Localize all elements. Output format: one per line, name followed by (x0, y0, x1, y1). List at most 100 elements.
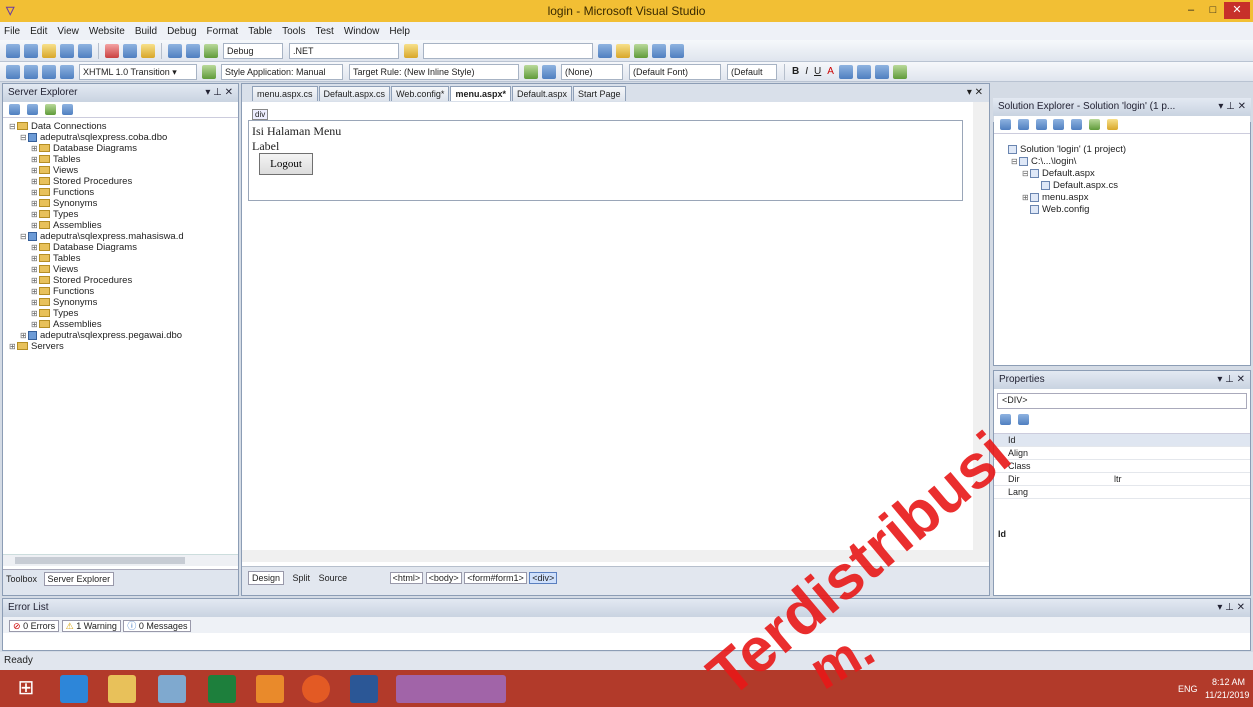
tab-toolbox[interactable]: Toolbox (6, 574, 37, 584)
find-icon[interactable] (404, 43, 418, 58)
cut-icon[interactable] (105, 43, 119, 58)
expander-icon[interactable]: ⊞ (9, 341, 17, 352)
server-tree-item[interactable]: ⊞ Stored Procedures (5, 176, 238, 187)
size-combo[interactable]: (Default (727, 63, 777, 80)
rule-combo[interactable]: (None) (561, 63, 623, 80)
expander-icon[interactable]: ⊞ (31, 176, 39, 187)
underline-icon[interactable]: U (814, 66, 821, 77)
expander-icon[interactable]: ⊞ (31, 319, 39, 330)
connect-server-icon[interactable] (62, 104, 74, 115)
config-combo[interactable]: Debug (223, 42, 283, 59)
redo-icon[interactable] (186, 43, 200, 58)
logout-button[interactable]: Logout (259, 153, 313, 175)
expander-icon[interactable]: ⊟ (1011, 156, 1019, 167)
panel-controls[interactable]: ▾ ⊥ ✕ (205, 87, 233, 99)
app-icon[interactable] (256, 675, 284, 703)
expander-icon[interactable]: ⊟ (20, 231, 28, 242)
maximize-button[interactable]: □ (1203, 2, 1223, 19)
store-icon[interactable] (208, 675, 236, 703)
style-application-combo[interactable]: Style Application: Manual (221, 63, 343, 80)
visual-studio-taskbar-icon[interactable] (396, 675, 506, 703)
property-row[interactable]: Lang (994, 486, 1250, 499)
solution-tree-item[interactable]: ⊞ menu.aspx (1000, 192, 1250, 204)
solution-tree-item[interactable]: ⊟ C:\...\login\ (1000, 156, 1250, 168)
open-icon[interactable] (42, 43, 56, 58)
ie-icon[interactable] (60, 675, 88, 703)
tray-lang[interactable]: ENG (1178, 684, 1198, 694)
expander-icon[interactable]: ⊞ (31, 297, 39, 308)
server-tree-item[interactable]: ⊞ Assemblies (5, 319, 238, 330)
solution-panel-controls[interactable]: ▾ ⊥ ✕ (1218, 101, 1246, 113)
save-all-icon[interactable] (78, 43, 92, 58)
server-tree-item[interactable]: ⊞ Types (5, 308, 238, 319)
format-icon[interactable] (6, 64, 20, 79)
menu-build[interactable]: Build (135, 26, 157, 37)
expander-icon[interactable]: ⊞ (31, 264, 39, 275)
copy-website-icon[interactable] (1088, 119, 1100, 130)
doctype-combo[interactable]: XHTML 1.0 Transition ▾ (79, 63, 197, 80)
menu-help[interactable]: Help (389, 26, 410, 37)
expander-icon[interactable]: ⊟ (20, 132, 28, 143)
minimize-button[interactable]: – (1180, 2, 1202, 19)
firefox-icon[interactable] (302, 675, 330, 703)
solution-explorer-icon[interactable] (598, 43, 612, 58)
tab-default-aspx-cs[interactable]: Default.aspx.cs (318, 86, 391, 101)
refresh-icon[interactable] (9, 104, 20, 115)
property-value[interactable]: ltr (1114, 473, 1122, 485)
view-design-button[interactable]: Design (248, 571, 285, 585)
expander-icon[interactable]: ⊟ (9, 121, 17, 132)
alphabetical-icon[interactable] (1017, 414, 1029, 425)
align-icon[interactable] (838, 64, 853, 79)
platform-combo[interactable]: .NET (289, 42, 399, 59)
server-tree-item[interactable]: ⊞ Types (5, 209, 238, 220)
expander-icon[interactable]: ⊞ (31, 154, 39, 165)
server-tree-item[interactable]: ⊟ adeputra\sqlexpress.mahasiswa.d (5, 231, 238, 242)
tab-web-config[interactable]: Web.config* (391, 86, 450, 101)
refresh-solution-icon[interactable] (1035, 119, 1047, 130)
view-source-button[interactable]: Source (319, 573, 348, 583)
warnings-filter-button[interactable]: ⚠ 1 Warning (61, 620, 121, 632)
expander-icon[interactable]: ⊞ (31, 209, 39, 220)
media-icon[interactable] (158, 675, 186, 703)
close-document-icon[interactable]: ▾ ✕ (967, 87, 983, 98)
outdent-icon[interactable] (42, 64, 56, 79)
expander-icon[interactable]: ⊞ (31, 220, 39, 231)
server-tree-item[interactable]: ⊞ Views (5, 264, 238, 275)
expander-icon[interactable]: ⊞ (31, 242, 39, 253)
property-row[interactable]: Align (994, 447, 1250, 460)
font-color-icon[interactable]: A (827, 66, 834, 77)
solution-tree-item[interactable]: Solution 'login' (1 project) (1000, 144, 1250, 156)
tray-time[interactable]: 8:12 AM (1212, 677, 1245, 687)
menu-table[interactable]: Table (248, 26, 272, 37)
start-icon[interactable]: ⊞ (12, 675, 40, 703)
attach-style-icon[interactable] (542, 64, 556, 79)
connect-database-icon[interactable] (44, 104, 56, 115)
menu-file[interactable]: File (4, 26, 20, 37)
server-tree-item[interactable]: ⊞ adeputra\sqlexpress.pegawai.dbo (5, 330, 238, 341)
server-tree-item[interactable]: ⊟ adeputra\sqlexpress.coba.dbo (5, 132, 238, 143)
font-combo[interactable]: (Default Font) (629, 63, 721, 80)
error-list-controls[interactable]: ▾ ⊥ ✕ (1217, 602, 1245, 614)
expander-icon[interactable]: ⊞ (1022, 192, 1030, 203)
expander-icon[interactable]: ⊞ (31, 253, 39, 264)
close-button[interactable]: ✕ (1224, 2, 1250, 19)
expander-icon[interactable]: ⊞ (31, 198, 39, 209)
target-rule-combo[interactable]: Target Rule: (New Inline Style) (349, 63, 519, 80)
asp-config-icon[interactable] (1106, 119, 1118, 130)
file-explorer-icon[interactable] (108, 675, 136, 703)
solution-tree-item[interactable]: Web.config (1000, 204, 1250, 216)
indent-icon[interactable] (24, 64, 38, 79)
menu-edit[interactable]: Edit (30, 26, 47, 37)
view-code-icon[interactable] (1053, 119, 1065, 130)
label-control[interactable]: Label (252, 139, 279, 154)
breadcrumb-body[interactable]: <body> (425, 572, 462, 584)
server-tree-item[interactable]: ⊞ Functions (5, 187, 238, 198)
property-row[interactable]: Class (994, 460, 1250, 473)
server-tree-item[interactable]: ⊞ Functions (5, 286, 238, 297)
word-icon[interactable] (350, 675, 378, 703)
menu-format[interactable]: Format (207, 26, 239, 37)
expander-icon[interactable]: ⊞ (20, 330, 28, 341)
view-split-button[interactable]: Split (293, 573, 311, 583)
find-combo[interactable] (423, 42, 593, 59)
properties-controls[interactable]: ▾ ⊥ ✕ (1217, 374, 1245, 386)
